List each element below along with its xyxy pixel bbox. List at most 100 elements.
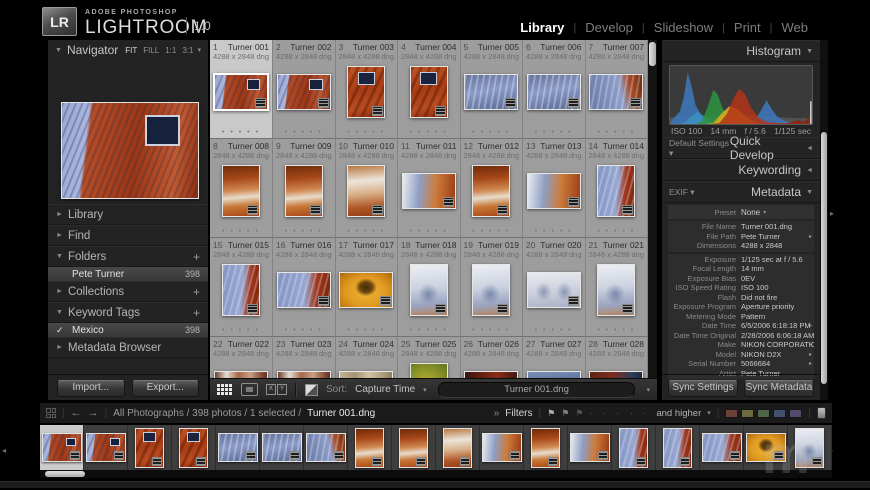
photo-thumbnail[interactable]: [306, 433, 346, 462]
rating-dots[interactable]: • • • • •: [586, 129, 648, 136]
grid-cell-27[interactable]: 27Turner 0274288 x 2848dng• • • • •: [523, 337, 586, 378]
photo-thumbnail[interactable]: [222, 264, 260, 316]
add-collection-button[interactable]: +: [193, 285, 200, 299]
chevron-down-icon[interactable]: ▾: [423, 386, 427, 394]
add-folder-button[interactable]: +: [193, 250, 200, 264]
filmstrip-thumb-2[interactable]: [84, 425, 128, 470]
color-label-chip-5[interactable]: [789, 409, 802, 418]
module-library[interactable]: Library: [520, 20, 564, 35]
collapse-triangle-icon[interactable]: ▼: [806, 48, 813, 55]
rating-dots[interactable]: • • • • •: [336, 327, 398, 334]
photo-thumbnail[interactable]: [347, 66, 385, 118]
photo-thumbnail[interactable]: [527, 173, 581, 209]
action-arrow-icon[interactable]: ▸: [809, 351, 812, 358]
grid-cell-28[interactable]: 28Turner 0284288 x 2848dng• • • • •: [586, 337, 649, 378]
photo-thumbnail[interactable]: [213, 73, 269, 111]
photo-thumbnail[interactable]: [277, 272, 331, 308]
rating-dots[interactable]: • • • • •: [273, 327, 335, 334]
rating-dots[interactable]: • • • • •: [461, 228, 523, 235]
sidebar-item-find[interactable]: ► Find: [48, 225, 208, 246]
sync-settings-button[interactable]: Sync Settings: [668, 380, 738, 397]
rating-dots[interactable]: • • • • •: [586, 327, 648, 334]
nav-zoom-fill[interactable]: FILL: [143, 46, 159, 55]
filmstrip-thumb-18[interactable]: [788, 425, 832, 470]
grid-cell-16[interactable]: 16Turner 0164288 x 2848dng• • • • •: [273, 238, 336, 337]
photo-thumbnail[interactable]: [597, 264, 635, 316]
module-develop[interactable]: Develop: [585, 20, 633, 35]
sidebar-item-collections[interactable]: ► Collections +: [48, 281, 208, 302]
photo-thumbnail[interactable]: [482, 433, 522, 462]
keywording-header[interactable]: Keywording ◄: [662, 159, 820, 181]
photo-thumbnail[interactable]: [355, 428, 384, 468]
filmstrip-thumb-5[interactable]: [216, 425, 260, 470]
filmstrip-thumb-16[interactable]: [700, 425, 744, 470]
color-label-chip-3[interactable]: [757, 409, 770, 418]
photo-thumbnail[interactable]: [135, 428, 164, 468]
collapse-triangle-icon[interactable]: ◄: [806, 145, 813, 152]
sync-metadata-button[interactable]: Sync Metadata: [744, 380, 814, 397]
photo-thumbnail[interactable]: [399, 428, 428, 468]
photo-thumbnail[interactable]: [527, 272, 581, 308]
collapse-triangle-icon[interactable]: ▼: [56, 253, 63, 260]
filmstrip-thumb-11[interactable]: [480, 425, 524, 470]
photo-thumbnail[interactable]: [570, 433, 610, 462]
grid-cell-24[interactable]: 24Turner 0244288 x 2848dng• • • • •: [336, 337, 399, 378]
grid-cell-23[interactable]: 23Turner 0234288 x 2848dng• • • • •: [273, 337, 336, 378]
photo-thumbnail[interactable]: [472, 264, 510, 316]
compare-view-icon[interactable]: XY: [266, 384, 287, 395]
forward-arrow-icon[interactable]: →: [88, 407, 99, 419]
photo-thumbnail[interactable]: [410, 66, 448, 118]
photo-thumbnail[interactable]: [402, 173, 456, 209]
grid-scrollbar-thumb[interactable]: [649, 42, 656, 66]
painter-tool-icon[interactable]: [305, 384, 318, 396]
rating-dots[interactable]: • • • • •: [398, 327, 460, 334]
collapse-triangle-icon[interactable]: ▼: [56, 309, 63, 316]
star-rating-dots[interactable]: · · · · ·: [589, 408, 650, 418]
rating-dots[interactable]: • • • • •: [461, 129, 523, 136]
filmstrip-thumb-6[interactable]: [260, 425, 304, 470]
photo-thumbnail[interactable]: [262, 433, 302, 462]
filmstrip-thumb-1[interactable]: [40, 425, 84, 470]
grid-cells-icon[interactable]: [46, 408, 56, 418]
nav-zoom-3-1[interactable]: 3:1: [182, 46, 193, 55]
histogram-header[interactable]: Histogram ▼: [662, 40, 820, 62]
photo-thumbnail[interactable]: [619, 428, 648, 468]
preset-value-dropdown[interactable]: None: [741, 208, 760, 217]
grid-cell-26[interactable]: 26Turner 0264288 x 2848dng• • • • •: [461, 337, 524, 378]
photo-thumbnail[interactable]: [222, 165, 260, 217]
filmstrip-thumb-4[interactable]: [172, 425, 216, 470]
photo-thumbnail[interactable]: [472, 165, 510, 217]
filmstrip-left-arrow-icon[interactable]: ◂: [2, 447, 6, 455]
folder-item-pete-turner[interactable]: Pete Turner 398: [48, 267, 208, 281]
rating-dots[interactable]: • • • • •: [336, 129, 398, 136]
collapse-triangle-icon[interactable]: ►: [56, 288, 63, 295]
photo-thumbnail[interactable]: [277, 74, 331, 110]
collapse-triangle-icon[interactable]: ►: [56, 211, 63, 218]
navigator-header[interactable]: ▼ Navigator FITFILL1:13:1 ▾: [48, 40, 208, 60]
flag-unflagged-icon[interactable]: ⚑: [561, 408, 569, 419]
collapse-triangle-icon[interactable]: ▼: [55, 47, 62, 54]
checkmark-icon[interactable]: ✓: [56, 325, 72, 336]
filmstrip-thumb-8[interactable]: [348, 425, 392, 470]
and-higher-label[interactable]: and higher: [656, 408, 701, 419]
flag-picked-icon[interactable]: ⚑: [547, 408, 555, 419]
filters-label[interactable]: Filters: [505, 408, 532, 419]
grid-cell-9[interactable]: 9Turner 0092848 x 4288dng• • • • •: [273, 139, 336, 238]
grid-cell-6[interactable]: 6Turner 0064288 x 2848dng• • • • •: [523, 40, 586, 139]
rating-dots[interactable]: • • • • •: [398, 228, 460, 235]
action-arrow-icon[interactable]: ▸: [809, 360, 812, 367]
default-settings-dropdown[interactable]: Default Settings ▾: [669, 138, 730, 159]
metadata-view-dropdown[interactable]: EXIF ▾: [669, 187, 695, 198]
photo-thumbnail[interactable]: [347, 165, 385, 217]
sidebar-item-folders[interactable]: ▼ Folders +: [48, 246, 208, 267]
photo-thumbnail[interactable]: [464, 74, 518, 110]
filmstrip-thumb-13[interactable]: [568, 425, 612, 470]
photo-thumbnail[interactable]: [527, 371, 581, 378]
action-arrow-icon[interactable]: ▸: [809, 341, 812, 348]
rating-dots[interactable]: • • • • •: [210, 129, 272, 136]
filmstrip-thumb-15[interactable]: [656, 425, 700, 470]
photo-thumbnail[interactable]: [218, 433, 258, 462]
grid-cell-11[interactable]: 11Turner 0114288 x 2848dng• • • • •: [398, 139, 461, 238]
module-print[interactable]: Print: [734, 20, 761, 35]
keyword-item-mexico[interactable]: ✓ Mexico 398: [48, 323, 208, 337]
